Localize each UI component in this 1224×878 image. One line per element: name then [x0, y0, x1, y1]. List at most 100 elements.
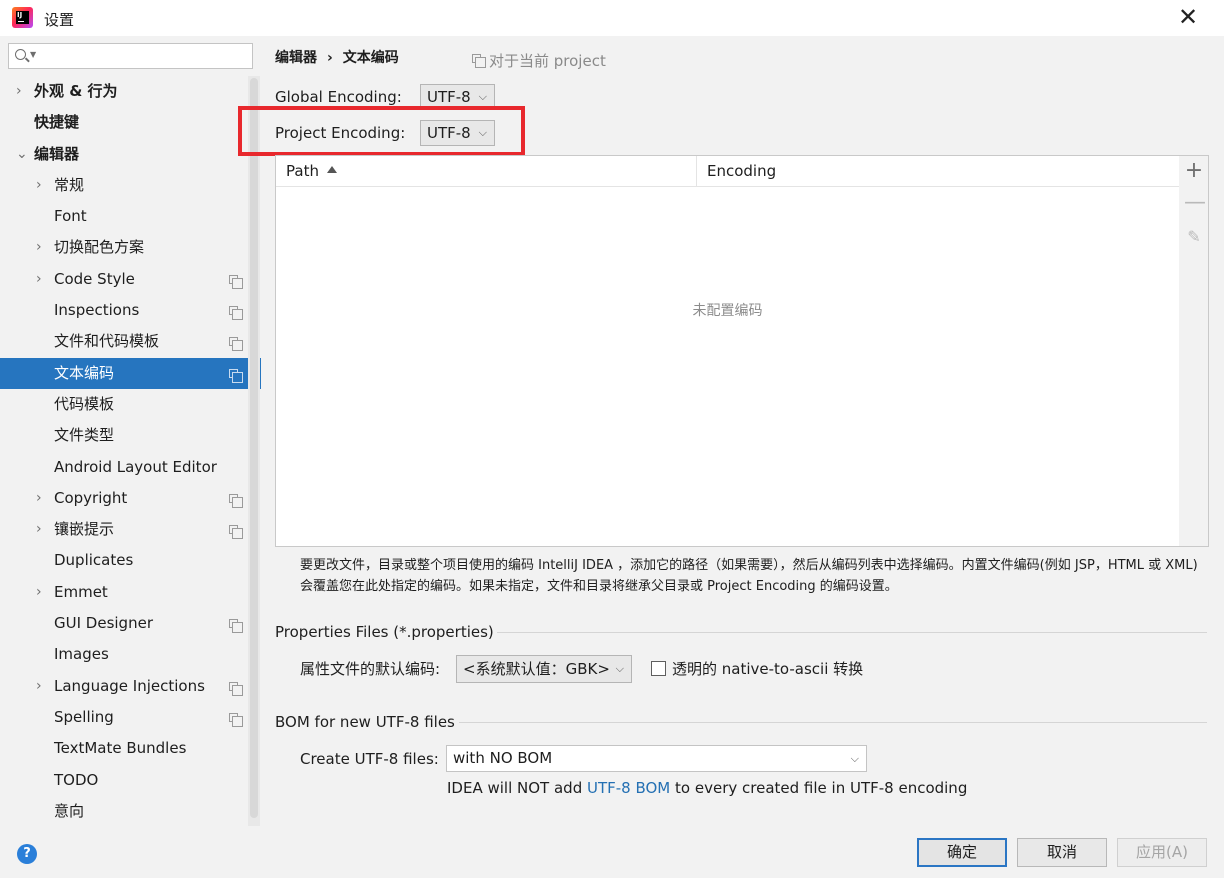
settings-content: 编辑器 › 文本编码 对于当前 project Global Encoding: U…	[238, 36, 1224, 826]
bom-create-row: Create UTF-8 files:	[300, 746, 439, 772]
tree-item-inspections[interactable]: Inspections	[0, 295, 248, 326]
bom-hint-suffix: to every created file in UTF-8 encoding	[670, 779, 968, 797]
breadcrumb-current: 文本编码	[342, 50, 399, 66]
tree-item-file-templates[interactable]: 文件和代码模板	[0, 326, 248, 357]
tree-item-label: 常规	[54, 175, 85, 194]
tree-item-live-templates[interactable]: 代码模板	[0, 389, 248, 420]
title-bar: IJ 设置 ✕	[0, 0, 1224, 36]
tree-item-todo[interactable]: TODO	[0, 765, 248, 796]
table-empty-text: 未配置编码	[692, 303, 763, 319]
tree-item-code-style[interactable]: › Code Style	[0, 264, 248, 295]
edit-icon[interactable]: ✎	[1184, 226, 1204, 248]
chevron-right-icon[interactable]: ›	[36, 170, 42, 201]
scope-label: 对于当前 project	[489, 52, 606, 70]
search-icon	[15, 49, 26, 60]
section-divider	[459, 722, 1207, 723]
table-toolbar: + — ✎	[1179, 155, 1209, 547]
chevron-right-icon[interactable]: ›	[36, 264, 42, 295]
bom-create-select[interactable]: with NO BOM ⌵	[446, 745, 867, 772]
tree-item-label: 代码模板	[54, 394, 115, 413]
breadcrumb: 编辑器 › 文本编码	[275, 47, 399, 67]
tree-item-spelling[interactable]: Spelling	[0, 702, 248, 733]
highlight-annotation-box	[238, 106, 525, 156]
tree-item-emmet[interactable]: › Emmet	[0, 577, 248, 608]
project-scope-icon	[472, 54, 486, 68]
properties-encoding-value: <系统默认值：GBK>	[463, 660, 610, 678]
remove-icon[interactable]: —	[1184, 192, 1206, 214]
scrollbar-thumb[interactable]	[250, 78, 258, 818]
tree-item-label: Copyright	[54, 488, 128, 507]
tree-item-android-layout-editor[interactable]: Android Layout Editor	[0, 452, 248, 483]
tree-item-label: 快捷键	[34, 113, 80, 132]
tree-item-color-scheme[interactable]: › 切换配色方案	[0, 232, 248, 263]
native-to-ascii-checkbox[interactable]	[651, 661, 666, 676]
apply-button[interactable]: 应用(A)	[1117, 838, 1207, 867]
chevron-right-icon[interactable]: ›	[36, 232, 42, 263]
table-header: Path Encoding	[276, 156, 1179, 187]
tree-item-copyright[interactable]: › Copyright	[0, 483, 248, 514]
sort-ascending-icon	[326, 166, 337, 173]
tree-item-file-types[interactable]: 文件类型	[0, 420, 248, 451]
sidebar-scrollbar[interactable]	[248, 76, 260, 826]
cancel-button[interactable]: 取消	[1017, 838, 1107, 867]
settings-sidebar: ▼ › 外观 & 行为 快捷键 ⌄ 编辑器 › 常规 Font › 切换配色方案…	[0, 36, 261, 826]
column-header-label: Path	[286, 162, 319, 180]
tree-item-label: Font	[54, 207, 87, 226]
encoding-description: 要更改文件，目录或整个项目使用的编码 IntelliJ IDEA ，添加它的路径…	[300, 555, 1210, 597]
close-icon[interactable]: ✕	[1174, 4, 1202, 32]
tree-item-label: Language Injections	[54, 676, 205, 695]
tree-item-label: 外观 & 行为	[34, 82, 118, 100]
tree-item-textmate-bundles[interactable]: TextMate Bundles	[0, 733, 248, 764]
encoding-mapping-table[interactable]: Path Encoding 未配置编码	[275, 155, 1180, 547]
breadcrumb-parent[interactable]: 编辑器	[275, 50, 317, 66]
chevron-right-icon[interactable]: ›	[16, 76, 22, 107]
tree-item-editor[interactable]: ⌄ 编辑器	[0, 139, 248, 170]
tree-item-label: Spelling	[54, 707, 114, 726]
dialog-footer: ? 确定 取消 应用(A)	[0, 826, 1224, 878]
tree-item-file-encodings[interactable]: 文本编码	[0, 357, 261, 389]
chevron-right-icon[interactable]: ›	[36, 483, 42, 514]
tree-item-inlay-hints[interactable]: › 镶嵌提示	[0, 514, 248, 545]
chevron-down-icon: ⌵	[850, 752, 859, 765]
tree-item-language-injections[interactable]: › Language Injections	[0, 671, 248, 702]
chevron-right-icon[interactable]: ›	[36, 577, 42, 608]
properties-default-label: 属性文件的默认编码:	[300, 660, 441, 678]
tree-item-label: TextMate Bundles	[54, 739, 187, 758]
utf8-bom-link[interactable]: UTF-8 BOM	[587, 779, 670, 797]
tree-item-font[interactable]: Font	[0, 201, 248, 232]
tree-item-label: 切换配色方案	[54, 238, 145, 257]
global-encoding-value: UTF-8	[427, 88, 471, 106]
tree-item-label: 文本编码	[54, 363, 115, 382]
tree-item-keymap[interactable]: 快捷键	[0, 107, 248, 138]
chevron-right-icon[interactable]: ›	[36, 514, 42, 545]
bom-section-title: BOM for new UTF-8 files	[275, 713, 455, 731]
chevron-right-icon[interactable]: ›	[36, 671, 42, 702]
bom-hint: IDEA will NOT add UTF-8 BOM to every cre…	[447, 779, 967, 797]
properties-encoding-select[interactable]: <系统默认值：GBK> ⌵	[456, 655, 632, 683]
tree-item-duplicates[interactable]: Duplicates	[0, 545, 248, 576]
tree-item-general[interactable]: › 常规	[0, 170, 248, 201]
column-header-encoding[interactable]: Encoding	[697, 156, 1179, 187]
project-scope-icon	[229, 619, 243, 634]
native-to-ascii-label[interactable]: 透明的 native-to-ascii 转换	[672, 660, 863, 678]
tree-item-label: Images	[54, 645, 109, 664]
tree-item-label: 镶嵌提示	[54, 520, 115, 539]
help-icon[interactable]: ?	[17, 844, 37, 864]
add-icon[interactable]: +	[1184, 160, 1204, 182]
tree-item-label: GUI Designer	[54, 614, 153, 633]
tree-item-label: Inspections	[54, 301, 140, 320]
breadcrumb-separator-icon: ›	[327, 50, 333, 66]
search-options-caret-icon[interactable]: ▼	[30, 50, 36, 59]
ok-button[interactable]: 确定	[917, 838, 1007, 867]
column-header-path[interactable]: Path	[276, 156, 697, 187]
tree-item-appearance-behavior[interactable]: › 外观 & 行为	[0, 76, 248, 107]
tree-item-intentions[interactable]: 意向	[0, 796, 248, 827]
properties-default-row: 属性文件的默认编码:	[300, 656, 440, 682]
tree-item-label: 编辑器	[34, 144, 80, 163]
chevron-down-icon[interactable]: ⌄	[16, 139, 28, 170]
tree-item-gui-designer[interactable]: GUI Designer	[0, 608, 248, 639]
scope-indicator: 对于当前 project	[472, 50, 606, 71]
settings-search-box[interactable]: ▼	[8, 43, 253, 69]
settings-search-input[interactable]	[41, 46, 241, 66]
tree-item-images[interactable]: Images	[0, 639, 248, 670]
